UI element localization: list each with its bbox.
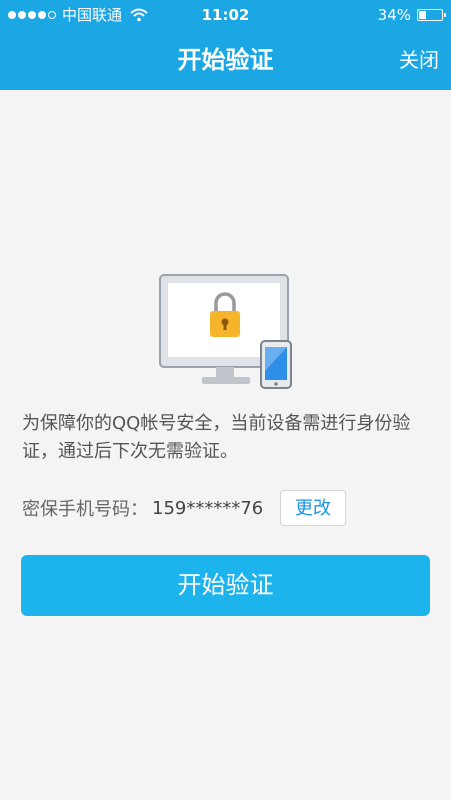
header-bar: 中国联通 11:02 34% 开始验证 关闭: [0, 0, 451, 90]
battery-percentage: 34%: [377, 6, 411, 24]
security-phone-row: 密保手机号码： 159******76: [22, 490, 263, 526]
computer-lock-illustration: [159, 274, 292, 389]
start-verification-button[interactable]: 开始验证: [21, 555, 430, 616]
verification-description: 为保障你的QQ帐号安全，当前设备需进行身份验证，通过后下次无需验证。: [22, 413, 411, 462]
battery-icon: [417, 9, 446, 21]
phone-label: 密保手机号码：: [22, 499, 148, 520]
status-bar: 中国联通 11:02 34%: [0, 0, 451, 30]
close-button[interactable]: 关闭: [399, 40, 439, 80]
phone-number: 159******76: [152, 497, 264, 519]
page-title: 开始验证: [177, 46, 274, 74]
status-right: 34%: [377, 0, 446, 30]
change-phone-button[interactable]: 更改: [280, 490, 346, 526]
battery-fill: [419, 11, 427, 19]
